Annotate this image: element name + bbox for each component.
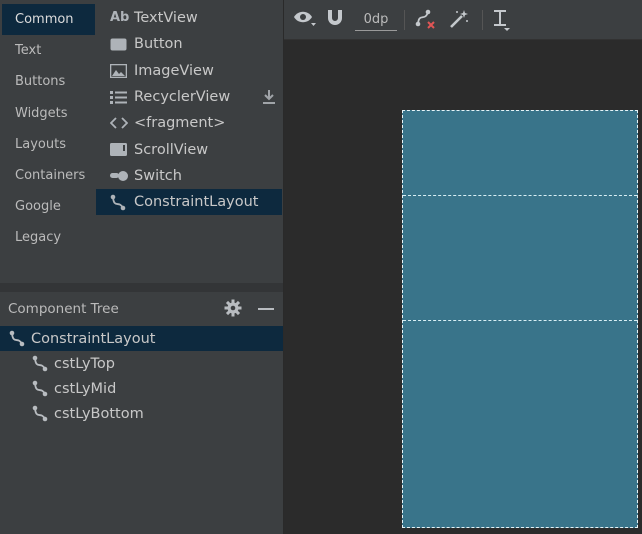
image-icon <box>110 63 132 78</box>
palette-item-constraintlayout[interactable]: ConstraintLayout <box>96 189 282 216</box>
component-tree: ConstraintLayout cstLyTop cstLyMid cstLy… <box>0 326 283 534</box>
eye-icon[interactable] <box>293 8 317 28</box>
palette-item-label: <fragment> <box>134 115 226 132</box>
palette-category-list: Common Text Buttons Widgets Layouts Cont… <box>2 4 95 254</box>
palette-item-label: ImageView <box>134 62 214 79</box>
palette-item-label: Button <box>134 36 183 53</box>
tree-item-constraintlayout[interactable]: ConstraintLayout <box>0 326 283 351</box>
tree-item-cstlytop[interactable]: cstLyTop <box>0 351 283 376</box>
tree-item-label: cstLyTop <box>54 355 116 372</box>
category-layouts[interactable]: Layouts <box>2 129 95 160</box>
category-common[interactable]: Common <box>2 4 95 36</box>
design-toolbar: 0dp <box>284 0 642 40</box>
palette-item-label: RecyclerView <box>134 89 231 106</box>
component-tree-header: Component Tree <box>0 292 283 326</box>
component-tree-title: Component Tree <box>8 301 119 317</box>
toolbar-divider <box>404 10 405 30</box>
palette-item-fragment[interactable]: <fragment> <box>96 110 282 136</box>
palette-item-switch[interactable]: Switch <box>96 163 282 189</box>
tree-item-cstlybottom[interactable]: cstLyBottom <box>0 401 283 426</box>
guidelines-icon[interactable] <box>491 8 511 32</box>
palette-item-recyclerview[interactable]: RecyclerView <box>96 84 282 110</box>
category-legacy[interactable]: Legacy <box>2 222 95 253</box>
scrollview-icon <box>110 143 132 157</box>
list-icon <box>110 90 132 104</box>
default-margin-field[interactable]: 0dp <box>355 9 397 31</box>
gear-icon[interactable] <box>224 299 242 321</box>
palette-item-label: ScrollView <box>134 141 209 158</box>
palette-item-scrollview[interactable]: ScrollView <box>96 136 282 162</box>
palette-item-button[interactable]: Button <box>96 31 282 57</box>
constraint-icon <box>110 194 132 211</box>
cstlytop-boundary[interactable] <box>403 195 637 196</box>
tree-item-cstlymid[interactable]: cstLyMid <box>0 376 283 401</box>
palette-item-label: Switch <box>134 167 182 184</box>
constraint-icon <box>32 405 48 422</box>
category-buttons[interactable]: Buttons <box>2 66 95 97</box>
palette-item-textview[interactable]: Ab TextView <box>96 5 282 31</box>
category-google[interactable]: Google <box>2 191 95 222</box>
palette-item-label: ConstraintLayout <box>134 194 259 211</box>
constraint-icon <box>32 380 48 397</box>
code-brackets-icon <box>110 117 132 129</box>
toolbar-divider <box>482 10 483 30</box>
magnet-icon[interactable] <box>325 8 345 28</box>
constraint-icon <box>32 355 48 372</box>
magic-wand-icon[interactable] <box>448 8 470 30</box>
switch-icon <box>110 170 132 182</box>
category-widgets[interactable]: Widgets <box>2 98 95 129</box>
constraint-icon <box>9 330 25 347</box>
category-containers[interactable]: Containers <box>2 160 95 191</box>
text-ab-icon: Ab <box>110 10 130 26</box>
constraint-layout-blueprint[interactable] <box>402 110 638 528</box>
panel-splitter[interactable] <box>0 283 283 292</box>
palette-component-list: Ab TextView Button ImageView RecyclerVie… <box>96 5 282 216</box>
clear-constraints-icon[interactable] <box>414 8 436 30</box>
palette-panel: Common Text Buttons Widgets Layouts Cont… <box>0 0 283 283</box>
button-icon <box>110 38 132 51</box>
cstlymid-boundary[interactable] <box>403 320 637 321</box>
palette-item-label: TextView <box>134 10 198 27</box>
minimize-icon[interactable] <box>258 308 274 310</box>
category-text[interactable]: Text <box>2 35 95 66</box>
tree-item-label: cstLyMid <box>54 380 117 397</box>
palette-item-imageview[interactable]: ImageView <box>96 58 282 84</box>
tree-item-label: cstLyBottom <box>54 405 144 422</box>
tree-item-label: ConstraintLayout <box>31 330 156 347</box>
